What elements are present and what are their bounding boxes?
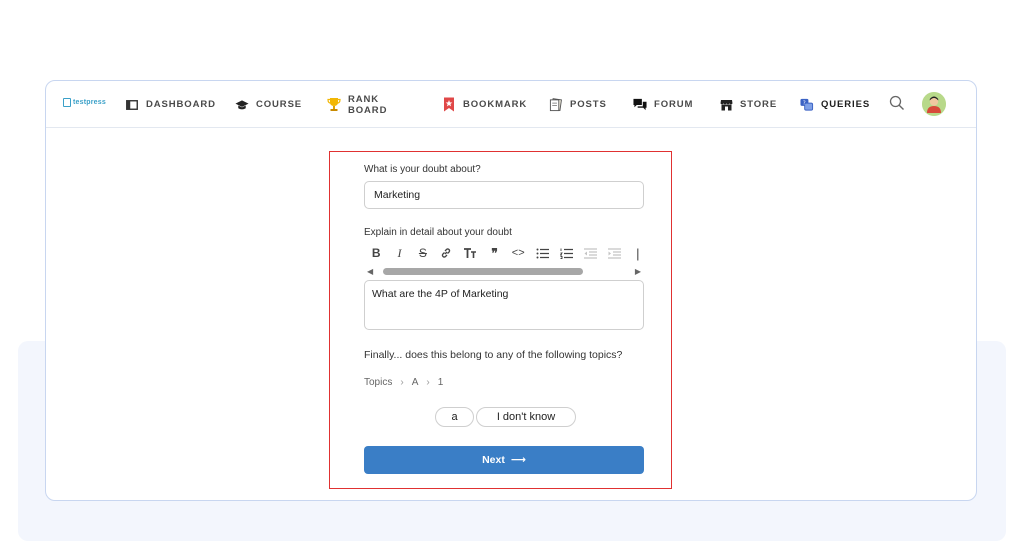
top-navbar: testpress DASHBOARD COURSE RANK BOARD BO…	[46, 81, 976, 128]
scroll-thumb[interactable]	[383, 268, 583, 275]
search-icon[interactable]	[889, 95, 905, 111]
bookmark-icon	[442, 97, 456, 112]
topic-option-dont-know[interactable]: I don't know	[476, 407, 576, 427]
posts-icon	[549, 97, 563, 112]
arrow-right-icon: ⟶	[510, 454, 526, 466]
svg-text:?: ?	[803, 100, 806, 106]
topics-question: Finally... does this belong to any of th…	[364, 349, 623, 361]
breadcrumb-1[interactable]: 1	[438, 377, 444, 388]
store-icon	[719, 98, 733, 112]
nav-label-forum: FORUM	[654, 99, 694, 110]
nav-item-queries[interactable]: ? QUERIES	[800, 81, 870, 128]
toolbar-scrollbar[interactable]: ◀ ▶	[366, 266, 642, 276]
topic-option-dont-know-label: I don't know	[496, 411, 556, 423]
italic-icon[interactable]: I	[393, 246, 405, 260]
brand-logo[interactable]: testpress	[63, 98, 106, 107]
editor-text: What are the 4P of Marketing	[372, 288, 509, 300]
rank-label-line1: RANK	[348, 93, 380, 105]
outdent-icon[interactable]	[583, 246, 597, 260]
next-button[interactable]: Next ⟶	[364, 446, 644, 474]
link-icon[interactable]	[440, 246, 452, 260]
doubt-form: What is your doubt about? Marketing Expl…	[329, 151, 672, 489]
nav-item-bookmark[interactable]: BOOKMARK	[442, 81, 527, 128]
logo-mark-icon	[63, 98, 71, 107]
breadcrumb-a[interactable]: A	[412, 377, 419, 388]
doubt-topic-value: Marketing	[374, 189, 421, 201]
nav-label-bookmark: BOOKMARK	[463, 99, 528, 110]
nav-item-rank-board[interactable]: RANK BOARD	[327, 81, 387, 128]
nav-label-posts: POSTS	[570, 99, 607, 110]
chat-bubbles-icon	[633, 98, 647, 112]
nav-label-course: COURSE	[256, 99, 303, 110]
nav-item-store[interactable]: STORE	[719, 81, 777, 128]
numbered-list-icon[interactable]	[559, 246, 573, 260]
nav-item-course[interactable]: COURSE	[235, 81, 302, 128]
quote-icon[interactable]: ❞	[488, 246, 500, 260]
nav-item-posts[interactable]: POSTS	[549, 81, 607, 128]
dashboard-icon	[125, 98, 139, 112]
breadcrumb-separator-icon: ›	[426, 377, 430, 388]
indent-icon[interactable]	[607, 246, 621, 260]
breadcrumb-topics[interactable]: Topics	[364, 377, 392, 388]
graduation-cap-icon	[235, 98, 249, 112]
doubt-detail-editor[interactable]: What are the 4P of Marketing	[364, 280, 644, 330]
more-icon[interactable]: |	[632, 246, 644, 261]
trophy-icon	[327, 98, 341, 112]
doubt-detail-label: Explain in detail about your doubt	[364, 227, 512, 238]
nav-label-queries: QUERIES	[821, 99, 871, 110]
nav-label-dashboard: DASHBOARD	[146, 99, 216, 110]
editor-toolbar: B I S ❞ <> |	[364, 243, 644, 263]
user-avatar[interactable]	[922, 92, 946, 116]
nav-item-forum[interactable]: FORUM	[633, 81, 693, 128]
nav-label-rank-board: RANK BOARD	[348, 94, 387, 116]
next-button-label: Next	[482, 454, 505, 466]
scroll-right-arrow-icon[interactable]: ▶	[635, 267, 641, 276]
bullet-list-icon[interactable]	[536, 246, 549, 260]
breadcrumb: Topics › A › 1	[364, 377, 443, 388]
strikethrough-icon[interactable]: S	[417, 246, 429, 260]
nav-label-store: STORE	[740, 99, 778, 110]
code-icon[interactable]: <>	[512, 246, 525, 260]
heading-icon[interactable]	[463, 246, 477, 260]
doubt-topic-label: What is your doubt about?	[364, 164, 481, 175]
topic-option-a[interactable]: a	[435, 407, 474, 427]
topic-option-a-label: a	[451, 411, 458, 423]
scroll-left-arrow-icon[interactable]: ◀	[367, 267, 373, 276]
doubt-topic-input[interactable]: Marketing	[364, 181, 644, 209]
nav-item-dashboard[interactable]: DASHBOARD	[125, 81, 216, 128]
queries-icon: ?	[800, 98, 814, 112]
breadcrumb-separator-icon: ›	[400, 377, 404, 388]
logo-text: testpress	[73, 99, 106, 106]
bold-icon[interactable]: B	[370, 246, 382, 260]
rank-label-line2: BOARD	[348, 104, 388, 116]
